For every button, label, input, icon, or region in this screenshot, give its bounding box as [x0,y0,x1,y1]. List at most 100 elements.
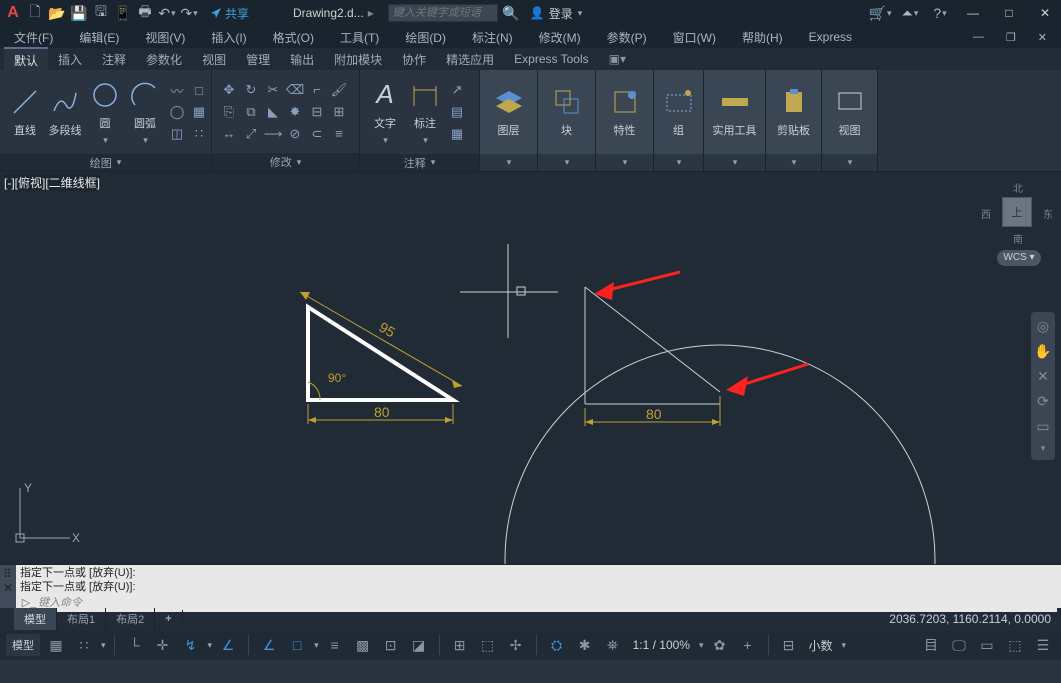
person-icon[interactable]: ⛭ [545,634,569,656]
tab-insert[interactable]: 插入 [48,48,92,71]
view-cube[interactable]: 北 南 西 东 上 [985,180,1049,244]
tab-default[interactable]: 默认 [4,47,48,72]
offset-icon[interactable]: ⊟ [308,103,326,121]
scale-person-icon[interactable]: ⛯ [601,634,625,656]
new-icon[interactable]: 🗋 [26,4,44,22]
join-icon[interactable]: ⊂ [308,125,326,143]
gear-icon[interactable]: ✿ [708,634,732,656]
group-button[interactable]: 组 [662,74,696,150]
tab-layout1[interactable]: 布局1 [57,608,106,630]
save-icon[interactable]: 💾 [70,4,88,22]
plus-icon[interactable]: + [736,634,760,656]
circle-button[interactable]: 圆▾ [88,74,122,150]
menu-window[interactable]: 窗口(W) [665,27,724,48]
tab-addon[interactable]: 附加模块 [324,48,392,71]
tab-featured[interactable]: 精选应用 [436,48,504,71]
steering-icon[interactable]: ▭ [1036,418,1049,435]
cart-icon[interactable]: 🛒▾ [871,4,889,22]
nav-north[interactable]: 北 [1013,180,1023,195]
array-icon[interactable]: ⊞ [330,103,348,121]
menu-file[interactable]: 文件(F) [6,27,61,48]
tab-view[interactable]: 视图 [192,48,236,71]
fullnav-icon[interactable]: ◎ [1037,318,1049,335]
erase-icon[interactable]: ⌫ [286,81,304,99]
workspace-icon[interactable]: 目 [919,634,943,656]
box3d-icon[interactable]: ⬚ [1003,634,1027,656]
search-icon[interactable]: 🔍 [502,4,520,22]
nav-east[interactable]: 东 [1043,206,1053,221]
tri-icon[interactable]: ☰ [1031,634,1055,656]
osnap-icon[interactable]: ∠ [216,634,240,656]
close-button[interactable]: ✕ [1033,4,1057,22]
quick-icon[interactable]: ⊟ [777,634,801,656]
menu-dim[interactable]: 标注(N) [464,27,521,48]
cmd-grip-icon[interactable]: ⠿✕ [0,565,16,608]
menu-insert[interactable]: 插入(I) [203,27,254,48]
plot-icon[interactable]: 🖶 [136,4,154,22]
mirror-icon[interactable]: ⧉ [242,103,260,121]
menu-format[interactable]: 格式(O) [265,27,322,48]
paint-icon[interactable]: 🖌 [330,81,348,99]
search-input[interactable] [388,4,498,22]
3d-icon[interactable]: ◪ [407,634,431,656]
maximize-button[interactable]: □ [997,4,1021,22]
transparency-icon[interactable]: ▩ [351,634,375,656]
login-button[interactable]: 👤 登录 ▾ [530,5,583,22]
block-button[interactable]: 块 [550,74,584,150]
lweight-icon[interactable]: ≡ [323,634,347,656]
tab-manage[interactable]: 管理 [236,48,280,71]
scale-icon[interactable]: ⤢ [242,125,260,143]
stretch-icon[interactable]: ↔ [220,125,238,143]
polyline-button[interactable]: 多段线 [48,74,82,150]
layer-button[interactable]: 图层 [492,74,526,150]
tab-layout2[interactable]: 布局2 [106,608,155,630]
cycle-icon[interactable]: ⊡ [379,634,403,656]
tab-annot[interactable]: 注释 [92,48,136,71]
status-model[interactable]: 模型 [6,634,40,656]
menu-param[interactable]: 参数(P) [599,27,655,48]
minimize-button[interactable]: — [961,4,985,22]
clip-button[interactable]: 剪贴板 [777,74,811,150]
break-icon[interactable]: ⊘ [286,125,304,143]
nav-west[interactable]: 西 [981,206,991,221]
menu-express[interactable]: Express [801,28,860,46]
line-button[interactable]: 直线 [8,74,42,150]
qdim-icon[interactable]: ⬚ [476,634,500,656]
doc-min-icon[interactable]: — [965,29,992,46]
wcs-label[interactable]: WCS ▾ [997,250,1041,266]
monitor-icon[interactable]: 🖵 [947,634,971,656]
move-icon[interactable]: ✥ [220,81,238,99]
ribbon-play-icon[interactable]: ▣▾ [609,52,626,66]
doc-restore-icon[interactable]: ❐ [998,29,1024,46]
explode-icon[interactable]: ✸ [286,103,304,121]
help-icon[interactable]: ?▾ [931,4,949,22]
menu-edit[interactable]: 编辑(E) [71,27,127,48]
tab-express[interactable]: Express Tools [504,49,598,69]
sel-icon[interactable]: ✢ [504,634,528,656]
open-icon[interactable]: 📂 [48,4,66,22]
undo-icon[interactable]: ↶▾ [158,4,176,22]
rotate-icon[interactable]: ↻ [242,81,260,99]
trim-icon[interactable]: ✂ [264,81,282,99]
copy-icon[interactable]: ⎘ [220,103,238,121]
list-icon[interactable]: ▭ [975,634,999,656]
tab-add[interactable]: + [155,610,182,628]
nav-more-icon[interactable]: ▾ [1041,443,1046,454]
rect-icon[interactable]: □ [190,81,208,99]
grid-icon[interactable]: ▦ [44,634,68,656]
menu-tools[interactable]: 工具(T) [332,27,387,48]
ann-icon[interactable]: ✱ [573,634,597,656]
table-icon[interactable]: ▤ [448,103,466,121]
share-button[interactable]: 共享 [210,5,249,22]
ellipse-icon[interactable]: ◯ [168,103,186,121]
menu-modify[interactable]: 修改(M) [531,27,589,48]
prop-button[interactable]: 特性 [608,74,642,150]
pan-icon[interactable]: ✋ [1034,343,1051,360]
units-label[interactable]: 小数 [805,637,837,654]
2d-icon[interactable]: □ [285,634,309,656]
snap-icon[interactable]: ∷ [72,634,96,656]
zoom-icon[interactable]: ⟳ [1037,393,1049,410]
iso-icon[interactable]: ↯ [179,634,203,656]
extend-icon[interactable]: ⟶ [264,125,282,143]
hatch-icon[interactable]: ▦ [190,103,208,121]
